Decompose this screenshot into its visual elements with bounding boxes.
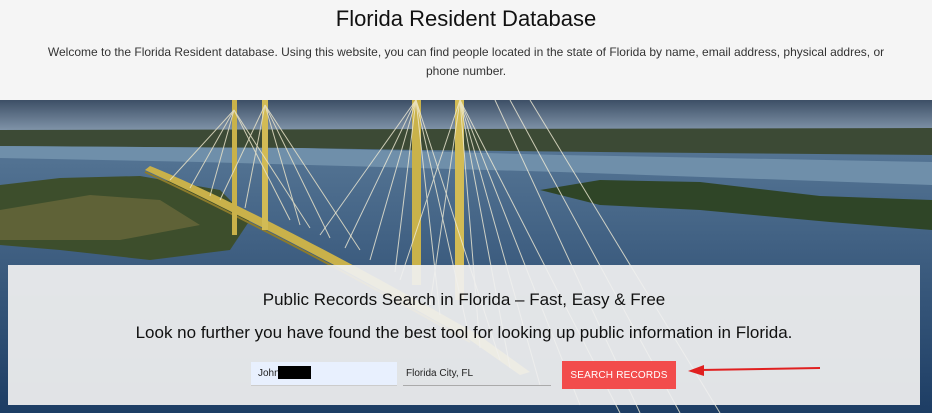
- page-header: Florida Resident Database Welcome to the…: [0, 0, 932, 100]
- search-records-button[interactable]: SEARCH RECORDS: [562, 361, 676, 389]
- search-tagline: Look no further you have found the best …: [135, 323, 793, 342]
- pointer-arrow-icon: [688, 365, 821, 376]
- redacted-text: [278, 366, 311, 379]
- search-heading: Public Records Search in Florida – Fast,…: [262, 290, 666, 309]
- location-input[interactable]: [403, 362, 551, 386]
- search-panel: Public Records Search in Florida – Fast,…: [8, 265, 920, 405]
- page-title: Florida Resident Database: [335, 6, 597, 31]
- name-input[interactable]: [251, 362, 397, 386]
- page-description: Welcome to the Florida Resident database…: [47, 45, 885, 78]
